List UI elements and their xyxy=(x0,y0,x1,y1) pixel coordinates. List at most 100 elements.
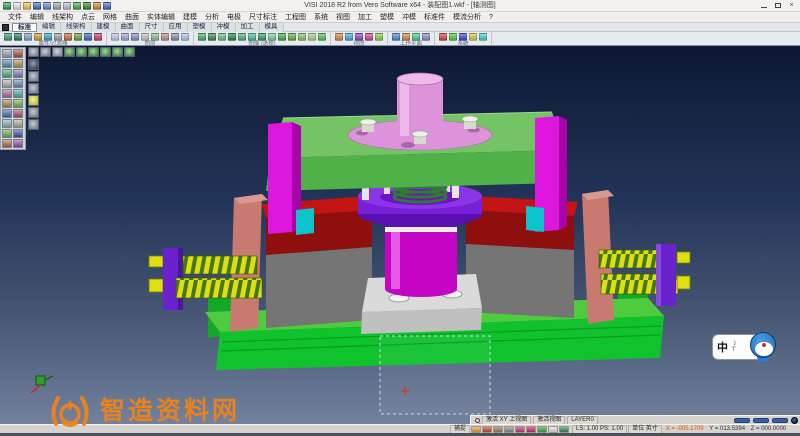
doraemon-mascot-icon[interactable] xyxy=(750,332,776,358)
qat-icon-4[interactable] xyxy=(43,2,51,10)
snap-icon-2[interactable] xyxy=(493,426,503,433)
view-orientation-icon-1[interactable] xyxy=(40,47,51,57)
menu-item-15[interactable]: 塑模 xyxy=(376,12,398,23)
qat-icon-5[interactable] xyxy=(53,2,61,10)
toolbar-tab-2[interactable]: 线架构 xyxy=(61,23,92,32)
menu-item-9[interactable]: 电极 xyxy=(223,12,245,23)
menu-item-8[interactable]: 分析 xyxy=(201,12,223,23)
toolbar-tab-9[interactable]: 加工 xyxy=(236,23,260,32)
punch-cylinder[interactable] xyxy=(385,216,457,297)
view-orientation-icon-5[interactable] xyxy=(88,47,99,57)
qat-icon-2[interactable] xyxy=(23,2,31,10)
ribbon-icon-5[interactable] xyxy=(54,33,62,41)
ribbon-icon-1[interactable] xyxy=(208,33,216,41)
maximize-button[interactable] xyxy=(771,1,784,11)
view-orientation-icon-8[interactable] xyxy=(124,47,135,57)
ribbon-icon-4[interactable] xyxy=(479,33,487,41)
toolbar-tab-0[interactable]: 标准 xyxy=(12,23,37,32)
spring-retainer-flange[interactable] xyxy=(358,183,482,227)
ribbon-icon-3[interactable] xyxy=(365,33,373,41)
qat-icon-0[interactable] xyxy=(3,2,11,10)
menu-item-14[interactable]: 加工 xyxy=(354,12,376,23)
snap-icon-7[interactable] xyxy=(548,426,558,433)
snap-icon-0[interactable] xyxy=(471,426,481,433)
qat-icon-8[interactable] xyxy=(83,2,91,10)
qat-icon-9[interactable] xyxy=(93,2,101,10)
menu-item-17[interactable]: 标准件 xyxy=(420,12,449,23)
ribbon-icon-6[interactable] xyxy=(171,33,179,41)
ribbon-icon-1[interactable] xyxy=(449,33,457,41)
snap-icon-3[interactable] xyxy=(504,426,514,433)
display-mode-icon-4[interactable] xyxy=(28,107,39,118)
ribbon-icon-0[interactable] xyxy=(198,33,206,41)
wedge-right[interactable] xyxy=(526,206,544,232)
palette-tool-icon-15[interactable] xyxy=(13,119,23,128)
ribbon-icon-2[interactable] xyxy=(24,33,32,41)
menu-item-16[interactable]: 冲模 xyxy=(398,12,420,23)
snap-icon-4[interactable] xyxy=(515,426,525,433)
ime-toolbar[interactable]: 中 ☽ ⊤ xyxy=(712,330,776,364)
ribbon-icon-6[interactable] xyxy=(64,33,72,41)
palette-tool-icon-1[interactable] xyxy=(13,49,23,58)
viewport-3d[interactable] xyxy=(0,46,800,424)
palette-tool-icon-8[interactable] xyxy=(2,89,12,98)
ribbon-icon-3[interactable] xyxy=(422,33,430,41)
toolbar-tab-10[interactable]: 模具 xyxy=(260,23,284,32)
palette-tool-icon-13[interactable] xyxy=(13,109,23,118)
menu-item-19[interactable]: ? xyxy=(485,12,497,23)
ribbon-icon-3[interactable] xyxy=(228,33,236,41)
menu-item-6[interactable]: 实体编辑 xyxy=(143,12,179,23)
menu-item-2[interactable]: 线架构 xyxy=(48,12,77,23)
palette-tool-icon-19[interactable] xyxy=(13,139,23,148)
snap-icon-6[interactable] xyxy=(537,426,547,433)
ribbon-icon-2[interactable] xyxy=(355,33,363,41)
palette-tool-icon-7[interactable] xyxy=(13,79,23,88)
ribbon-icon-11[interactable] xyxy=(308,33,316,41)
color-chip[interactable] xyxy=(734,418,750,423)
view-orientation-icon-4[interactable] xyxy=(76,47,87,57)
menu-item-5[interactable]: 曲面 xyxy=(121,12,143,23)
ribbon-icon-4[interactable] xyxy=(238,33,246,41)
ribbon-icon-4[interactable] xyxy=(375,33,383,41)
toolbar-tab-4[interactable]: 曲面 xyxy=(116,23,140,32)
ribbon-icon-5[interactable] xyxy=(248,33,256,41)
minimize-button[interactable] xyxy=(757,1,770,11)
ime-skin-icon[interactable]: ⊤ xyxy=(731,347,736,353)
view-sphere-icon[interactable] xyxy=(791,417,798,424)
menu-item-4[interactable]: 网格 xyxy=(99,12,121,23)
menu-item-0[interactable]: 文件 xyxy=(4,12,26,23)
ribbon-icon-9[interactable] xyxy=(288,33,296,41)
ribbon-icon-0[interactable] xyxy=(4,33,12,41)
ribbon-icon-2[interactable] xyxy=(131,33,139,41)
ribbon-icon-0[interactable] xyxy=(111,33,119,41)
display-mode-icon-5[interactable] xyxy=(28,119,39,130)
view-orientation-icon-3[interactable] xyxy=(64,47,75,57)
palette-tool-icon-11[interactable] xyxy=(13,99,23,108)
toolbar-tab-5[interactable]: 尺寸 xyxy=(140,23,164,32)
ribbon-icon-1[interactable] xyxy=(121,33,129,41)
palette-tool-icon-4[interactable] xyxy=(2,69,12,78)
menu-item-18[interactable]: 模流分析 xyxy=(449,12,485,23)
view-orientation-icon-6[interactable] xyxy=(100,47,111,57)
snap-icon-5[interactable] xyxy=(526,426,536,433)
menu-item-3[interactable]: 点云 xyxy=(77,12,99,23)
ribbon-icon-7[interactable] xyxy=(181,33,189,41)
menu-item-10[interactable]: 尺寸标注 xyxy=(245,12,281,23)
palette-tool-icon-9[interactable] xyxy=(13,89,23,98)
display-mode-icon-1[interactable] xyxy=(28,71,39,82)
view-orientation-icon-7[interactable] xyxy=(112,47,123,57)
toolbar-tab-1[interactable]: 编辑 xyxy=(37,23,61,32)
selection-rectangle[interactable] xyxy=(380,336,490,414)
display-mode-icon-0[interactable] xyxy=(28,59,39,70)
ribbon-icon-5[interactable] xyxy=(161,33,169,41)
color-chip[interactable] xyxy=(772,418,788,423)
qat-icon-10[interactable] xyxy=(103,2,111,10)
ime-mode-button[interactable]: 中 xyxy=(717,339,728,355)
ribbon-icon-12[interactable] xyxy=(318,33,326,41)
ribbon-icon-4[interactable] xyxy=(151,33,159,41)
shank-cylinder[interactable] xyxy=(397,73,443,136)
close-button[interactable]: × xyxy=(785,1,798,11)
palette-tool-icon-3[interactable] xyxy=(13,59,23,68)
ribbon-icon-0[interactable] xyxy=(335,33,343,41)
menu-item-11[interactable]: 工程图 xyxy=(281,12,310,23)
